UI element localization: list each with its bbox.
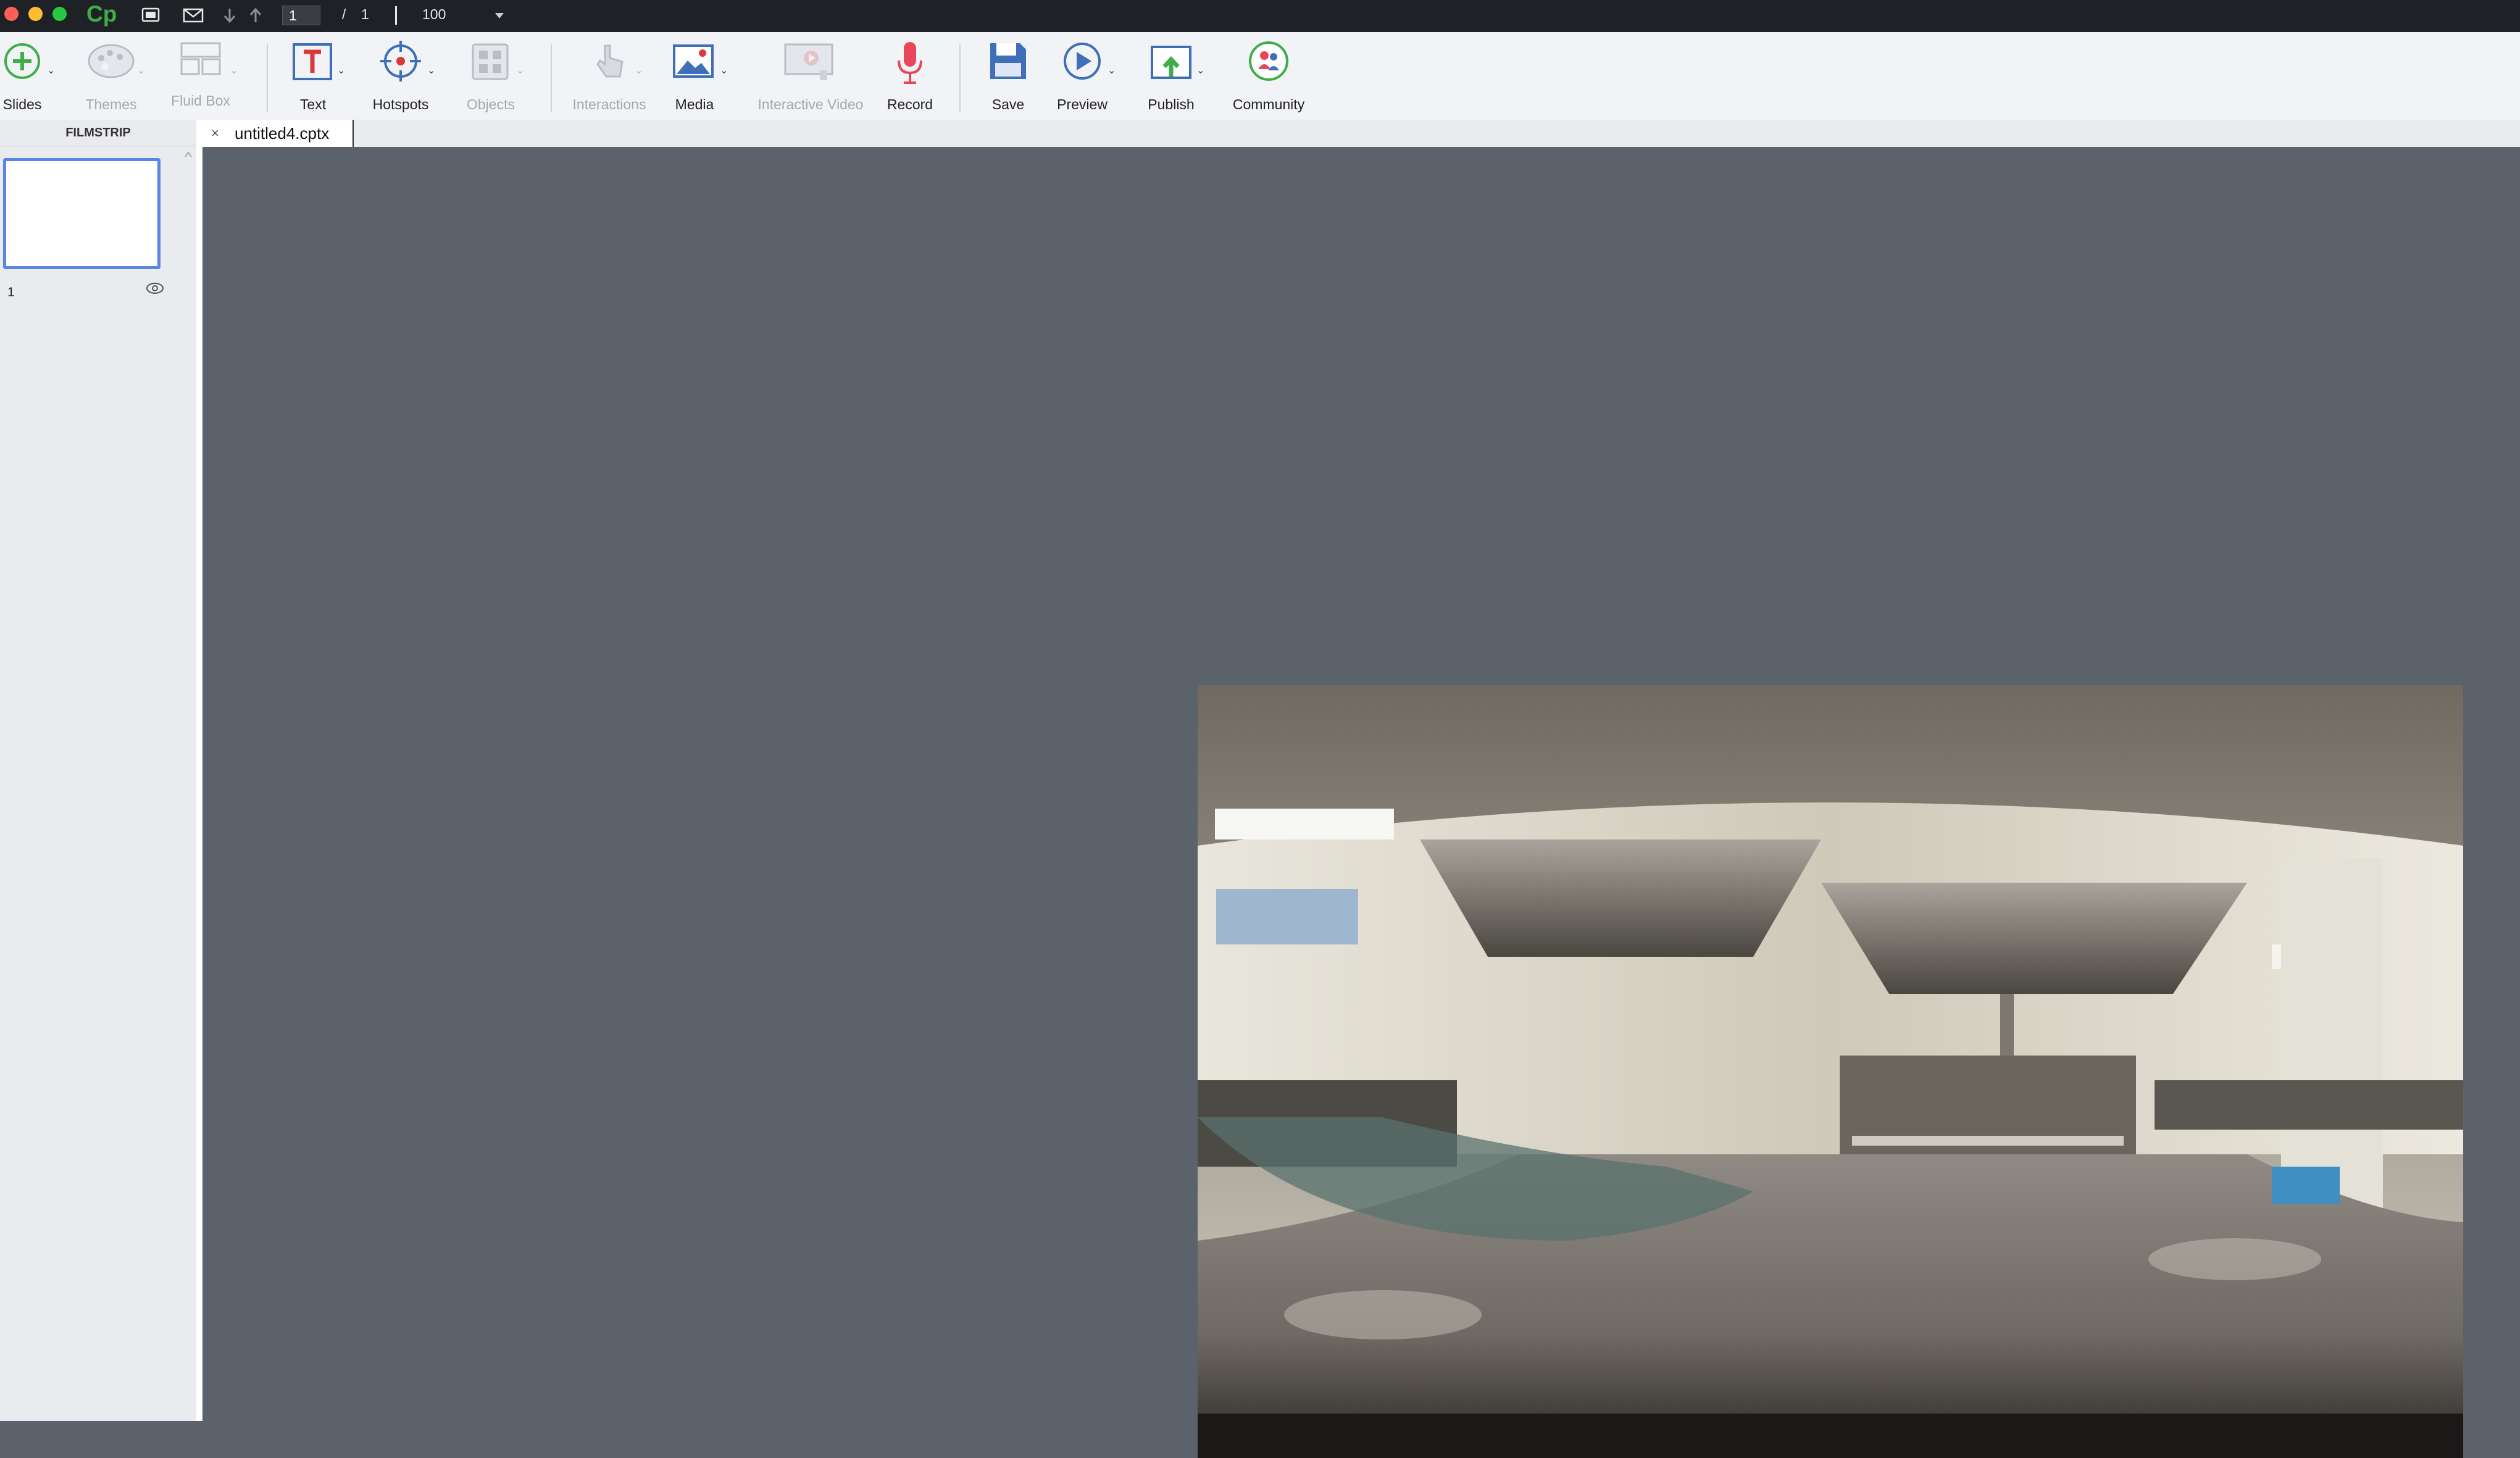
filmstrip-header: FILMSTRIP xyxy=(0,120,196,146)
preview-button[interactable]: ⌄ Preview xyxy=(1057,40,1116,112)
interactions-button[interactable]: ⌄ Interactions xyxy=(573,40,646,112)
page-total: 1 xyxy=(361,6,369,22)
interactive-video-button[interactable]: Interactive Video xyxy=(758,40,863,112)
palette-icon xyxy=(88,44,135,78)
chevron-down-icon[interactable]: ⌄ xyxy=(1196,64,1204,77)
slide-stage[interactable] xyxy=(202,148,2520,1458)
chevron-down-icon[interactable]: ⌄ xyxy=(47,64,55,77)
chevron-down-icon[interactable]: ⌄ xyxy=(337,64,345,77)
chevron-down-icon[interactable]: ⌄ xyxy=(1108,64,1116,77)
fluid-box-icon xyxy=(180,42,221,75)
chevron-down-icon[interactable]: ⌄ xyxy=(137,64,145,77)
record-button[interactable]: Record xyxy=(887,40,933,112)
panorama-image[interactable] xyxy=(1198,685,2463,1458)
hand-pointer-icon xyxy=(596,44,624,78)
minimize-window-button[interactable] xyxy=(28,7,43,21)
microphone-icon xyxy=(898,42,922,84)
arrow-down-icon[interactable] xyxy=(220,5,239,26)
scroll-up-icon[interactable] xyxy=(184,151,193,158)
tab-label: untitled4.cptx xyxy=(235,124,330,143)
chevron-down-icon[interactable]: ⌄ xyxy=(720,64,728,77)
close-tab-icon[interactable]: × xyxy=(211,120,219,147)
main-toolbar: ⌄ Slides ⌄ Themes ⌄ Fluid Box ⌄ Text ⌄ H… xyxy=(0,32,2520,120)
app-logo: Cp xyxy=(86,1,117,27)
objects-button[interactable]: ⌄ Objects xyxy=(467,40,524,112)
slide-thumbnail[interactable] xyxy=(3,158,161,269)
floppy-disk-icon xyxy=(990,43,1026,79)
chevron-down-icon[interactable]: ⌄ xyxy=(230,64,238,77)
crosshair-icon xyxy=(380,41,421,81)
chevron-down-icon[interactable]: ⌄ xyxy=(427,64,435,77)
publish-button[interactable]: ⌄ Publish xyxy=(1148,40,1204,112)
tab-untitled4[interactable]: × untitled4.cptx xyxy=(202,120,354,147)
eye-icon[interactable] xyxy=(146,281,164,295)
email-icon[interactable] xyxy=(182,5,204,26)
hotspots-button[interactable]: ⌄ Hotspots xyxy=(373,40,435,112)
objects-grid-icon xyxy=(472,43,509,80)
screenshot-icon[interactable] xyxy=(141,5,162,26)
slides-button[interactable]: ⌄ Slides xyxy=(3,40,55,112)
arrow-up-icon[interactable] xyxy=(246,5,265,26)
text-button[interactable]: ⌄ Text xyxy=(291,40,345,112)
zoom-dropdown-icon[interactable] xyxy=(494,11,505,20)
video-icon xyxy=(784,43,833,80)
chevron-down-icon[interactable]: ⌄ xyxy=(516,64,524,77)
page-number-input[interactable]: 1 xyxy=(282,6,320,25)
document-tab-bar: × untitled4.cptx xyxy=(202,120,2520,148)
upload-icon xyxy=(1151,46,1191,79)
page-separator: / xyxy=(342,6,346,22)
zoom-level[interactable]: 100 xyxy=(422,6,446,23)
image-icon xyxy=(673,44,714,78)
play-icon xyxy=(1064,43,1101,80)
titlebar-divider xyxy=(395,6,397,25)
filmstrip-panel: FILMSTRIP 1 xyxy=(0,120,202,1421)
chevron-down-icon[interactable]: ⌄ xyxy=(635,64,643,77)
text-box-icon xyxy=(293,43,332,80)
people-icon xyxy=(1249,41,1288,81)
media-button[interactable]: ⌄ Media xyxy=(673,40,728,112)
title-bar: Cp 1 / 1 100 xyxy=(0,0,2520,32)
community-button[interactable]: Community xyxy=(1233,40,1304,112)
add-slide-icon xyxy=(4,43,40,79)
save-button[interactable]: Save xyxy=(988,40,1028,112)
slide-number: 1 xyxy=(7,285,15,299)
community-label: Community xyxy=(1232,96,1305,112)
themes-button[interactable]: ⌄ Themes xyxy=(85,40,145,112)
close-window-button[interactable] xyxy=(4,7,19,21)
fluid-box-button[interactable]: ⌄ Fluid Box xyxy=(171,40,238,109)
zoom-window-button[interactable] xyxy=(52,7,67,21)
